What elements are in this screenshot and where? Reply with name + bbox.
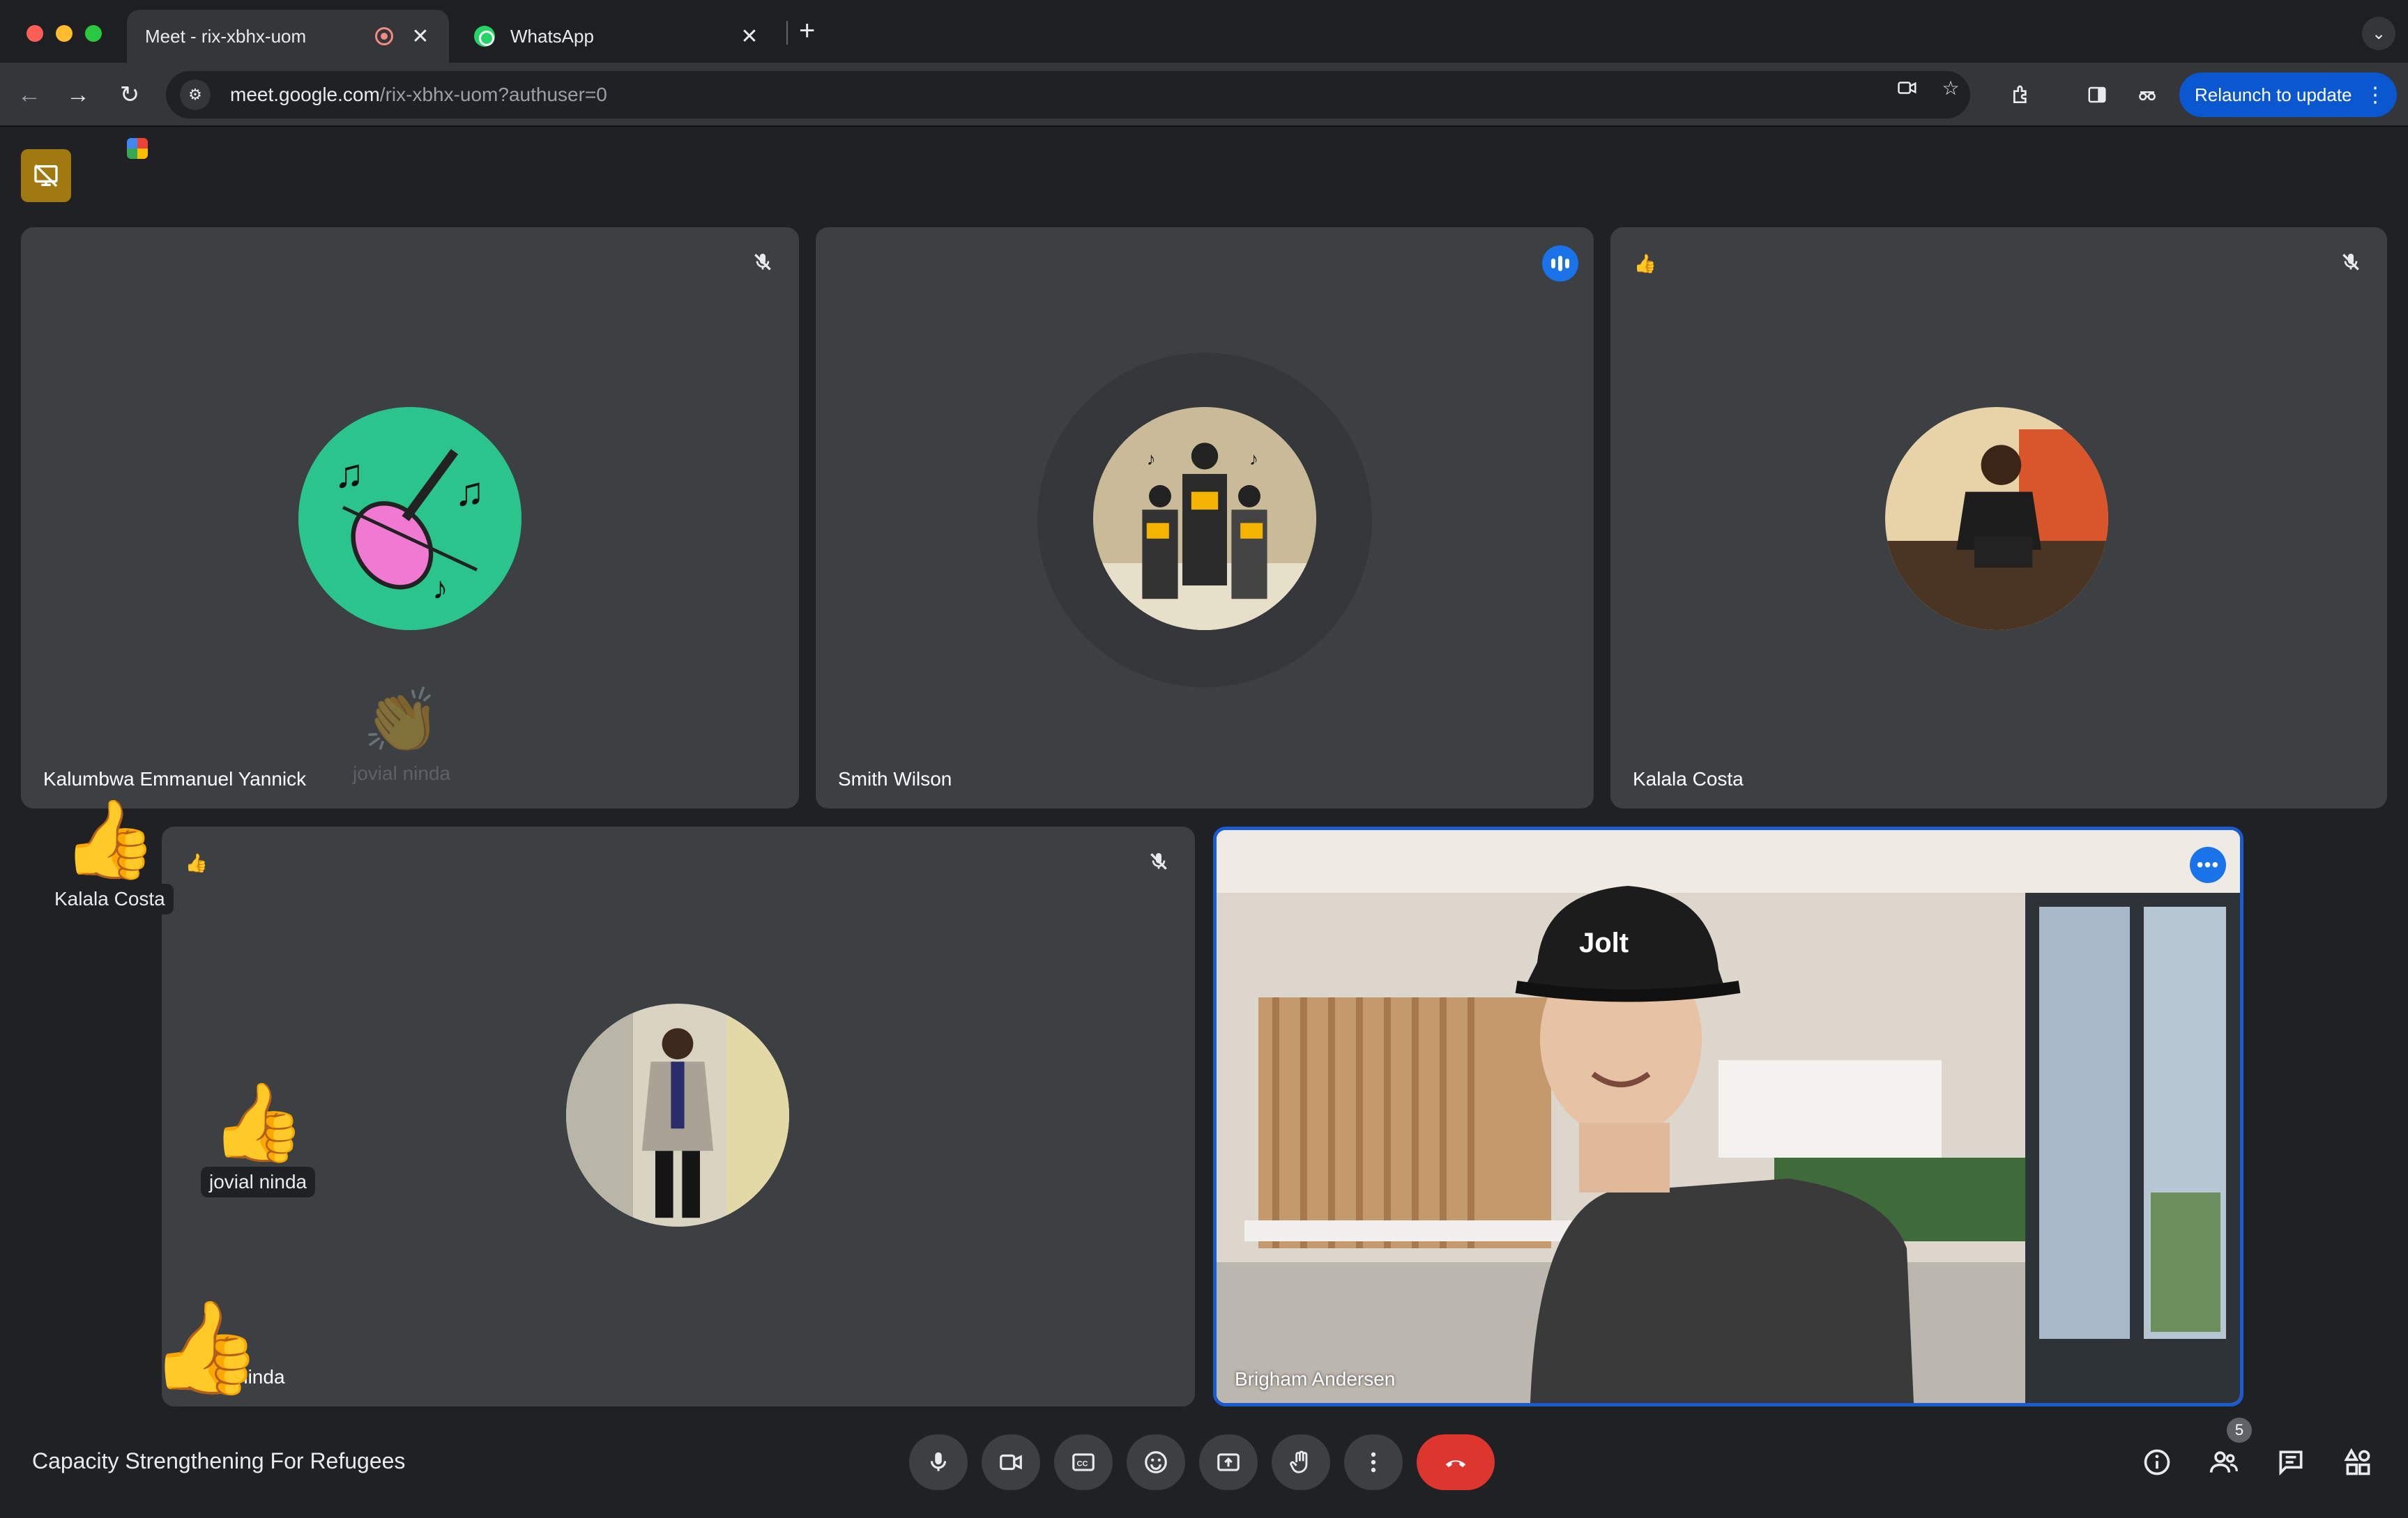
tab-separator	[786, 21, 788, 45]
svg-text:♪: ♪	[432, 571, 448, 606]
emoji-button[interactable]	[1127, 1434, 1185, 1490]
presentation-hidden-icon[interactable]	[21, 149, 71, 202]
window-zoom-button[interactable]	[85, 25, 102, 42]
participant-photo	[566, 1004, 789, 1227]
url-text: meet.google.com/rix-xbhx-uom?authuser=0	[230, 84, 607, 106]
reaction-sender: Kalala Costa	[46, 884, 174, 914]
info-icon	[2144, 1449, 2170, 1475]
muted-mic-icon	[2334, 245, 2368, 279]
clap-reaction-icon: 👏	[363, 687, 441, 756]
people-icon	[2209, 1451, 2238, 1473]
camera-icon	[1000, 1454, 1022, 1471]
tab-close-icon[interactable]: ✕	[739, 24, 760, 49]
leave-call-button[interactable]	[1417, 1434, 1495, 1490]
browser-toolbar: ← → ↻ ⚙ meet.google.com/rix-xbhx-uom?aut…	[0, 63, 2408, 127]
incognito-profile-icon[interactable]	[2135, 82, 2160, 107]
participant-photo	[1885, 407, 2108, 630]
svg-text:♪: ♪	[1249, 450, 1258, 469]
camera-in-use-icon[interactable]	[1895, 75, 1920, 100]
hangup-icon	[1445, 1460, 1466, 1468]
site-info-icon[interactable]: ⚙	[180, 79, 211, 110]
people-button[interactable]	[2207, 1446, 2241, 1479]
participant-count-badge: 5	[2227, 1418, 2252, 1443]
svg-text:♫: ♫	[455, 470, 485, 514]
camera-button[interactable]	[982, 1434, 1040, 1490]
meeting-title: Capacity Strengthening For Refugees	[32, 1448, 406, 1473]
thumbs-up-reaction-icon: 👍	[149, 1296, 262, 1398]
url-path: /rix-xbhx-uom?authuser=0	[379, 84, 607, 105]
browser-tab-bar: Meet - rix-xbhx-uom ✕ WhatsApp ✕ + ⌄	[0, 0, 2408, 159]
violin-icon: ♫ ♫ ♪	[298, 407, 521, 630]
relaunch-to-update-button[interactable]: Relaunch to update ⋮	[2179, 72, 2397, 117]
new-tab-button[interactable]: +	[799, 15, 815, 47]
chat-icon	[2279, 1450, 2303, 1476]
reload-icon[interactable]: ↻	[113, 78, 146, 112]
self-video-feed: Jolt	[1217, 830, 2240, 1403]
forward-arrow-icon[interactable]: →	[61, 78, 95, 112]
svg-text:♫: ♫	[334, 452, 364, 496]
meeting-info-button[interactable]	[2140, 1446, 2174, 1479]
present-button[interactable]	[1199, 1434, 1258, 1490]
tab-search-chevron-icon[interactable]: ⌄	[2362, 17, 2395, 50]
relaunch-label: Relaunch to update	[2195, 84, 2352, 105]
thumbs-up-reaction-icon: 👍	[210, 1080, 306, 1165]
more-options-button[interactable]	[1344, 1434, 1403, 1490]
floating-reaction: 👍	[149, 1302, 262, 1393]
speaking-indicator-icon	[1542, 245, 1578, 282]
reaction-sender: jovial ninda	[353, 762, 451, 784]
back-arrow-icon[interactable]: ←	[13, 78, 46, 112]
tab-title: Meet - rix-xbhx-uom	[145, 25, 307, 47]
floating-reaction: 👍 Kalala Costa	[46, 802, 174, 914]
activities-icon	[2344, 1448, 2370, 1475]
tab-close-icon[interactable]: ✕	[410, 24, 431, 49]
participant-name: Kalala Costa	[1633, 768, 1744, 790]
thumbs-up-badge-icon: 👍	[1633, 252, 1657, 274]
raise-hand-icon	[1290, 1450, 1308, 1473]
whatsapp-favicon-icon	[474, 26, 495, 47]
captions-icon: CC	[1072, 1453, 1095, 1471]
reaction-sender: jovial ninda	[201, 1167, 316, 1197]
more-options-icon[interactable]: •••	[2190, 847, 2226, 883]
recording-indicator-icon	[375, 27, 393, 45]
bookmark-star-icon[interactable]: ☆	[1938, 75, 1963, 100]
raise-hand-button[interactable]	[1272, 1434, 1330, 1490]
browser-menu-icon[interactable]: ⋮	[2365, 83, 2386, 107]
participant-tile[interactable]: 👍 ninda	[162, 827, 1195, 1406]
tab-whatsapp[interactable]: WhatsApp ✕	[456, 10, 778, 63]
side-panel-icon[interactable]	[2085, 82, 2110, 107]
captions-button[interactable]: CC	[1054, 1434, 1113, 1490]
thumbs-up-badge-icon: 👍	[185, 852, 208, 873]
window-minimize-button[interactable]	[56, 25, 73, 42]
svg-text:Jolt: Jolt	[1579, 928, 1629, 958]
tab-title: WhatsApp	[510, 25, 594, 47]
address-bar[interactable]: ⚙ meet.google.com/rix-xbhx-uom?authuser=…	[166, 71, 1970, 118]
emoji-icon	[1145, 1451, 1167, 1473]
window-close-button[interactable]	[26, 25, 43, 42]
thumbs-up-reaction-icon: 👍	[61, 797, 158, 882]
participant-name: Smith Wilson	[838, 768, 952, 790]
microphone-icon	[930, 1452, 947, 1471]
extensions-icon[interactable]	[2009, 82, 2034, 107]
activities-button[interactable]	[2341, 1446, 2375, 1479]
svg-text:♪: ♪	[1147, 450, 1156, 469]
self-video-tile[interactable]: Jolt ••• Brigham Andersen	[1213, 827, 2243, 1406]
microphone-button[interactable]	[909, 1434, 968, 1490]
floating-reaction: 👍 jovial ninda	[201, 1080, 316, 1197]
present-icon	[1217, 1453, 1240, 1471]
floating-reaction: 👏 jovial ninda	[344, 690, 459, 789]
participant-name: Kalumbwa Emmanuel Yannick	[43, 768, 307, 790]
muted-mic-icon	[1142, 845, 1175, 878]
more-options-icon	[1371, 1452, 1376, 1473]
participant-tile[interactable]: ♪ ♪ Smith Wilson	[816, 227, 1594, 808]
participant-name: Brigham Andersen	[1235, 1368, 1396, 1390]
participant-tile[interactable]: 👍 Kalala Costa	[1610, 227, 2387, 808]
chat-button[interactable]	[2274, 1446, 2308, 1479]
choir-icon: ♪ ♪	[1093, 407, 1316, 630]
tab-meet[interactable]: Meet - rix-xbhx-uom ✕	[127, 10, 449, 159]
google-meet-favicon-icon	[127, 138, 148, 159]
svg-text:CC: CC	[1077, 1460, 1088, 1469]
muted-mic-icon	[746, 245, 779, 279]
url-host: meet.google.com	[230, 84, 380, 105]
